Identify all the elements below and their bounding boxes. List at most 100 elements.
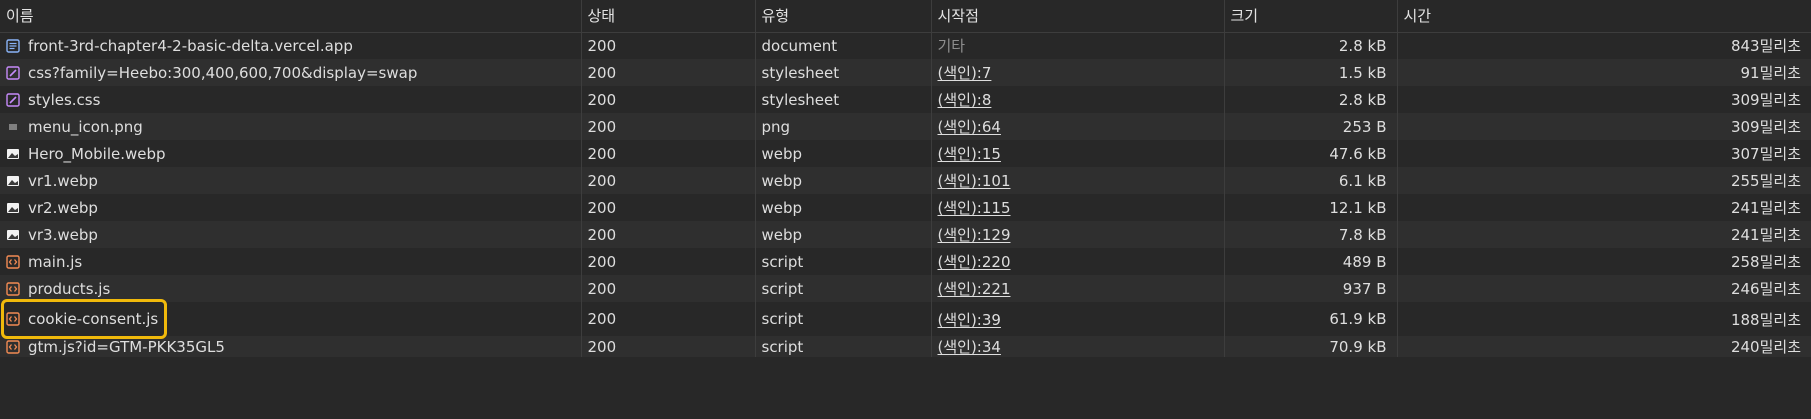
initiator-link[interactable]: (색인):7 <box>938 64 992 82</box>
cell-initiator[interactable]: (색인):7 <box>931 59 1225 86</box>
cell-time-value: 309밀리초 <box>1730 118 1801 136</box>
request-name[interactable]: menu_icon.png <box>6 118 580 136</box>
highlighted-request-name[interactable]: cookie-consent.js <box>1 299 167 339</box>
cell-initiator[interactable]: (색인):101 <box>931 167 1225 194</box>
cell-type: script <box>755 275 932 302</box>
table-row[interactable]: Hero_Mobile.webp 200 webp (색인):15 47.6 kB 307… <box>0 140 1811 167</box>
cell-status-value: 200 <box>587 198 617 217</box>
cell-name[interactable]: vr1.webp <box>0 167 582 194</box>
cell-status-value: 200 <box>587 252 617 271</box>
cell-initiator[interactable]: (색인):220 <box>931 248 1225 275</box>
cell-time: 309밀리초 <box>1397 86 1811 113</box>
table-row[interactable]: vr3.webp 200 webp (색인):129 7.8 kB 241밀리초 <box>0 221 1811 248</box>
request-name[interactable]: vr1.webp <box>6 172 580 190</box>
request-name[interactable]: styles.css <box>6 91 580 109</box>
request-name[interactable]: css?family=Heebo:300,400,600,700&display… <box>6 64 580 82</box>
cell-time-value: 241밀리초 <box>1730 199 1801 217</box>
cell-type: webp <box>755 221 932 248</box>
cell-name[interactable]: vr3.webp <box>0 221 582 248</box>
initiator-link[interactable]: (색인):220 <box>938 253 1011 271</box>
table-row[interactable]: front-3rd-chapter4-2-basic-delta.vercel.… <box>0 32 1811 59</box>
table-row[interactable]: main.js 200 script (색인):220 489 B 258밀리초 <box>0 248 1811 275</box>
column-header-size[interactable]: 크기 <box>1224 0 1398 33</box>
request-name[interactable]: Hero_Mobile.webp <box>6 144 580 163</box>
initiator-link[interactable]: (색인):129 <box>938 226 1011 244</box>
cell-name[interactable]: css?family=Heebo:300,400,600,700&display… <box>0 59 582 86</box>
cell-name[interactable]: Hero_Mobile.webp <box>0 140 582 167</box>
cell-type: script <box>755 302 932 336</box>
cell-name[interactable]: vr2.webp <box>0 194 582 221</box>
image-thumbnail-icon <box>6 174 20 188</box>
cell-initiator[interactable]: (색인):115 <box>931 194 1225 221</box>
initiator-link[interactable]: (색인):221 <box>938 280 1011 298</box>
request-name-label: products.js <box>28 279 111 298</box>
cell-time: 246밀리초 <box>1397 275 1811 302</box>
stylesheet-icon <box>6 65 20 80</box>
initiator-link[interactable]: (색인):64 <box>938 118 1001 136</box>
request-name[interactable]: front-3rd-chapter4-2-basic-delta.vercel.… <box>6 37 580 55</box>
cell-time: 307밀리초 <box>1397 140 1811 167</box>
table-row[interactable]: gtm.js?id=GTM-PKK35GL5 200 script (색인):34 70… <box>0 336 1811 357</box>
initiator-link[interactable]: (색인):8 <box>938 91 992 109</box>
table-row[interactable]: products.js 200 script (색인):221 937 B 246밀리초 <box>0 275 1811 302</box>
script-icon <box>6 281 20 296</box>
network-request-table: 이름 상태 유형 시작점 크기 시간 front-3rd-chapter4-2-… <box>0 0 1811 357</box>
column-header-type[interactable]: 유형 <box>755 0 932 33</box>
initiator-link[interactable]: (색인):115 <box>938 199 1011 217</box>
cell-time-value: 307밀리초 <box>1730 145 1801 163</box>
column-header-name[interactable]: 이름 <box>0 0 582 33</box>
cell-name[interactable]: menu_icon.png <box>0 113 582 140</box>
table-row[interactable]: css?family=Heebo:300,400,600,700&display… <box>0 59 1811 86</box>
cell-type: png <box>755 113 932 140</box>
column-header-status[interactable]: 상태 <box>581 0 756 33</box>
request-name[interactable]: gtm.js?id=GTM-PKK35GL5 <box>6 338 580 356</box>
request-name[interactable]: vr3.webp <box>6 225 580 244</box>
table-row[interactable]: vr1.webp 200 webp (색인):101 6.1 kB 255밀리초 <box>0 167 1811 194</box>
cell-initiator-value: 기타 <box>937 37 966 56</box>
cell-name[interactable]: front-3rd-chapter4-2-basic-delta.vercel.… <box>0 32 582 59</box>
cell-time-value: 255밀리초 <box>1730 172 1801 190</box>
cell-name[interactable]: gtm.js?id=GTM-PKK35GL5 <box>0 336 582 357</box>
initiator-link[interactable]: (색인):15 <box>938 145 1001 163</box>
cell-initiator[interactable]: (색인):129 <box>931 221 1225 248</box>
cell-initiator[interactable]: (색인):34 <box>931 336 1225 357</box>
cell-type-value: script <box>761 337 804 356</box>
initiator-link[interactable]: (색인):34 <box>938 338 1001 356</box>
request-name[interactable]: products.js <box>6 279 580 298</box>
cell-status: 200 <box>581 275 756 302</box>
table-row[interactable]: vr2.webp 200 webp (색인):115 12.1 kB 241밀리초 <box>0 194 1811 221</box>
initiator-link[interactable]: (색인):101 <box>938 172 1011 190</box>
cell-type-value: document <box>761 36 838 55</box>
column-header-time[interactable]: 시간 <box>1397 0 1811 33</box>
column-header-initiator[interactable]: 시작점 <box>931 0 1225 33</box>
cell-size: 937 B <box>1224 275 1398 302</box>
cell-initiator[interactable]: (색인):221 <box>931 275 1225 302</box>
request-name-label: vr3.webp <box>28 225 98 244</box>
cell-time: 843밀리초 <box>1397 32 1811 59</box>
cell-name[interactable]: styles.css <box>0 86 582 113</box>
cell-initiator[interactable]: (색인):39 <box>931 302 1225 336</box>
initiator-link[interactable]: (색인):39 <box>938 311 1001 329</box>
request-name[interactable]: main.js <box>6 253 580 271</box>
cell-status-value: 200 <box>587 225 617 244</box>
cell-size: 47.6 kB <box>1224 140 1398 167</box>
cell-name[interactable]: cookie-consent.js <box>0 299 582 339</box>
request-name[interactable]: vr2.webp <box>6 199 580 217</box>
cell-type-value: webp <box>761 225 803 244</box>
cell-status-value: 200 <box>587 310 617 328</box>
cell-type: stylesheet <box>755 86 932 113</box>
table-row[interactable]: menu_icon.png 200 png (색인):64 253 B 309밀리초 <box>0 113 1811 140</box>
cell-name[interactable]: main.js <box>0 248 582 275</box>
request-name-label: cookie-consent.js <box>28 310 159 328</box>
table-row[interactable]: styles.css 200 stylesheet (색인):8 2.8 kB 309밀리… <box>0 86 1811 113</box>
table-row[interactable]: cookie-consent.js 200 script (색인):39 61.9 kB… <box>0 299 1811 339</box>
cell-name[interactable]: products.js <box>0 275 582 302</box>
cell-time-value: 240밀리초 <box>1730 338 1801 356</box>
cell-initiator[interactable]: (색인):15 <box>931 140 1225 167</box>
image-thumbnail-icon <box>6 147 20 161</box>
request-name-label: Hero_Mobile.webp <box>28 144 166 163</box>
cell-type: webp <box>755 194 932 221</box>
table-header-row: 이름 상태 유형 시작점 크기 시간 <box>0 0 1811 33</box>
cell-initiator[interactable]: (색인):8 <box>931 86 1225 113</box>
cell-initiator[interactable]: (색인):64 <box>931 113 1225 140</box>
